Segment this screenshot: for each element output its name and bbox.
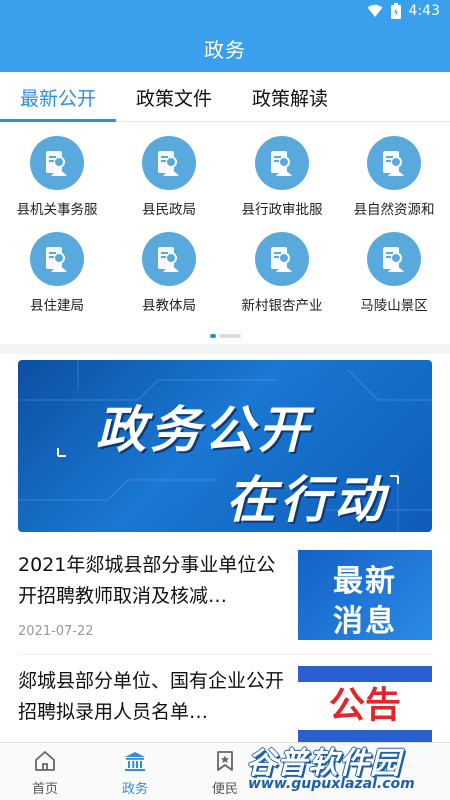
news-date: 2021-07-22 <box>18 624 94 639</box>
news-title: 郯城县部分单位、国有企业公开招聘拟录用人员名单… <box>18 670 285 723</box>
department-icon <box>30 232 84 286</box>
thumbnail-text: 消息 <box>333 604 397 639</box>
department-label: 新村银杏产业 <box>241 298 323 314</box>
tab-latest-public[interactable]: 最新公开 <box>0 72 116 122</box>
department-item[interactable]: 县机关事务服 <box>1 122 113 218</box>
page-indicator <box>0 334 450 338</box>
department-label: 县民政局 <box>142 202 196 218</box>
department-label: 县自然资源和 <box>353 202 435 218</box>
status-time: 4:43 <box>408 3 440 19</box>
tab-label: 最新公开 <box>19 87 96 110</box>
department-label: 县住建局 <box>30 298 84 314</box>
home-icon <box>35 751 55 771</box>
news-divider <box>18 654 432 655</box>
banner-subtitle: 在行动 <box>226 471 388 529</box>
tab-label: 政策解读 <box>251 87 328 110</box>
news-item[interactable]: 郯城县部分单位、国有企业公开招聘拟录用人员名单… 公告 <box>18 666 432 742</box>
nav-label: 政务 <box>121 782 148 797</box>
nav-home[interactable]: 首页 <box>0 743 90 800</box>
page-dot <box>218 334 241 338</box>
watermark-url: www.gupuxlazal.com <box>248 776 415 792</box>
news-item[interactable]: 2021年郯城县部分事业单位公开招聘教师取消及核减… 2021-07-22 最新… <box>18 550 432 646</box>
department-item[interactable]: 县民政局 <box>113 122 225 218</box>
department-item[interactable]: 县行政审批服 <box>226 122 338 218</box>
watermark: 谷普软件园 www.gupuxlazal.com <box>240 736 450 800</box>
department-icon <box>367 136 421 190</box>
department-item[interactable]: 县教体局 <box>113 218 225 314</box>
banner-title: 政务公开 <box>96 401 312 459</box>
nav-government[interactable]: 政务 <box>90 743 180 800</box>
app-bar: 政务 <box>0 24 450 72</box>
battery-icon <box>390 3 401 19</box>
department-item[interactable]: 县自然资源和 <box>338 122 450 218</box>
thumbnail-text: 最新 <box>333 564 397 599</box>
department-icon <box>30 136 84 190</box>
tab-bar: 最新公开 政策文件 政策解读 <box>0 72 450 122</box>
department-item[interactable]: 马陵山景区 <box>338 218 450 314</box>
news-title: 2021年郯城县部分事业单位公开招聘教师取消及核减… <box>18 554 276 607</box>
news-thumbnail: 公告 <box>298 666 432 742</box>
tab-label: 政策文件 <box>135 87 212 110</box>
tab-policy-interpretation[interactable]: 政策解读 <box>232 72 348 122</box>
news-thumbnail: 最新 消息 <box>298 550 432 640</box>
banner[interactable]: 政务公开 在行动 <box>18 360 432 532</box>
department-icon <box>255 232 309 286</box>
department-grid: 县机关事务服 县民政局 县行政审批服 县自然资源和 县住建局 县教体局 新村银杏… <box>0 122 450 340</box>
department-icon <box>367 232 421 286</box>
status-icons: 4:43 <box>367 3 440 19</box>
department-icon <box>255 136 309 190</box>
department-icon <box>142 232 196 286</box>
page-title: 政务 <box>204 37 246 62</box>
section-divider <box>0 344 450 354</box>
government-building-icon <box>125 752 145 771</box>
status-bar: 4:43 <box>0 0 450 24</box>
department-label: 县教体局 <box>142 298 196 314</box>
department-label: 县行政审批服 <box>241 202 323 218</box>
department-label: 县机关事务服 <box>16 202 98 218</box>
tab-policy-documents[interactable]: 政策文件 <box>116 72 232 122</box>
department-item[interactable]: 新村银杏产业 <box>226 218 338 314</box>
nav-label: 首页 <box>31 782 58 797</box>
thumbnail-text: 公告 <box>298 682 432 730</box>
department-item[interactable]: 县住建局 <box>1 218 113 314</box>
department-icon <box>142 136 196 190</box>
bookmark-star-icon <box>217 751 233 771</box>
department-label: 马陵山景区 <box>360 298 428 314</box>
page-dot-active <box>209 334 216 338</box>
wifi-icon <box>367 4 383 17</box>
